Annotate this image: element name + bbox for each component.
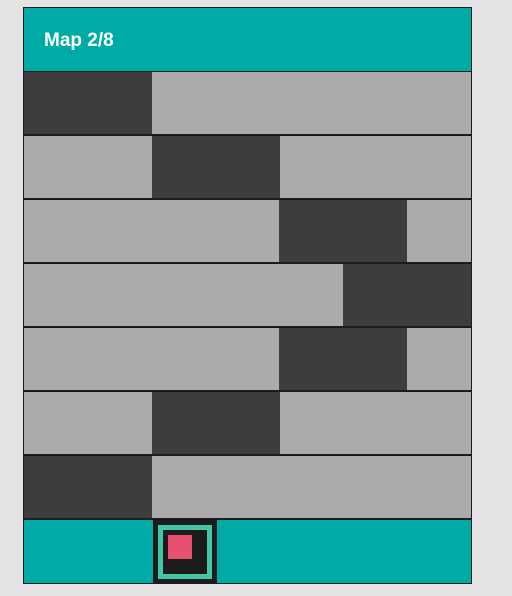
map-header: Map 2/8 — [24, 8, 471, 73]
obstacle-block — [24, 72, 152, 134]
player-core-icon — [168, 535, 192, 559]
lane-row — [24, 136, 471, 200]
map-title: Map 2/8 — [44, 30, 114, 51]
obstacle-block — [152, 136, 280, 198]
obstacle-block — [24, 456, 152, 518]
game-board: Map 2/8 — [23, 7, 472, 584]
start-row — [24, 520, 471, 583]
obstacle-block — [279, 200, 407, 262]
player-marker[interactable] — [153, 520, 217, 583]
lane-row — [24, 72, 471, 136]
obstacle-block — [152, 392, 280, 454]
lane-row — [24, 456, 471, 520]
obstacle-block — [343, 264, 471, 326]
lane-row — [24, 264, 471, 328]
lane-row — [24, 200, 471, 264]
obstacle-block — [279, 328, 407, 390]
lane-row — [24, 392, 471, 456]
lane-row — [24, 328, 471, 392]
